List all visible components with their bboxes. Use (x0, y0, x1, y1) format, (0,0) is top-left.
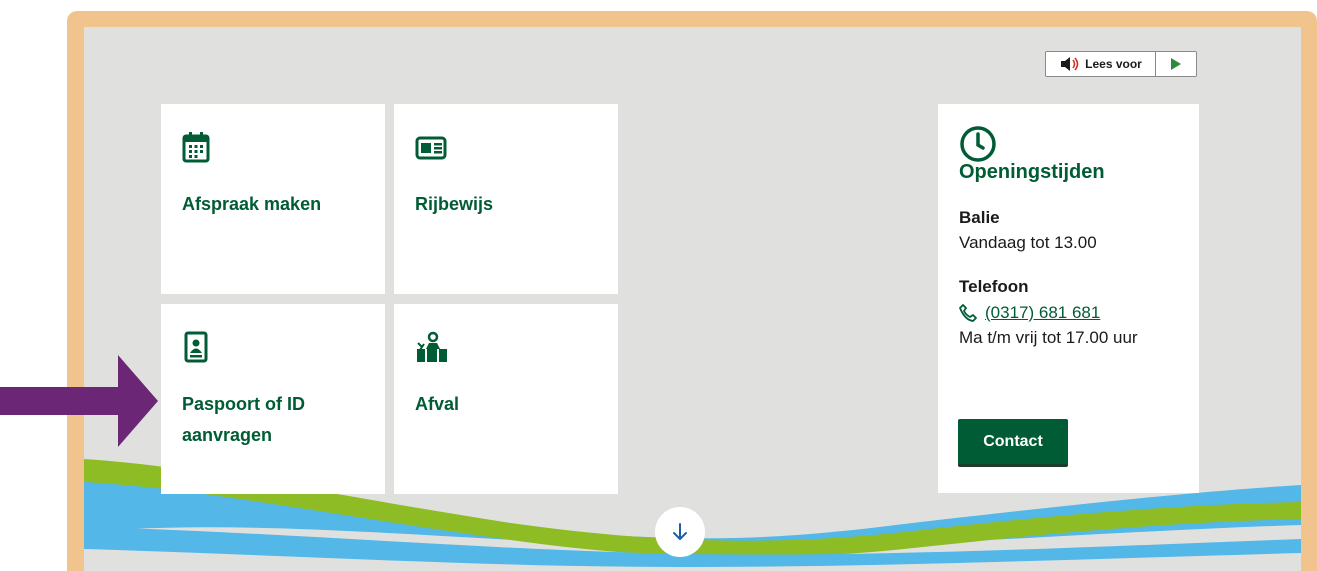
phone-hours: Ma t/m vrij tot 17.00 uur (959, 328, 1138, 347)
tile-label: Afval (415, 394, 460, 414)
tile-label: Rijbewijs (415, 194, 494, 214)
read-aloud-button[interactable]: Lees voor (1046, 52, 1156, 76)
tile-label: Paspoort of ID aanvragen (182, 394, 306, 445)
scroll-down-button[interactable] (655, 507, 705, 557)
calendar-icon (182, 132, 210, 163)
phone-row: (0317) 681 681 (959, 303, 1178, 323)
tile-afspraak-maken[interactable]: Afspraak maken (161, 104, 385, 294)
clock-icon (960, 126, 996, 162)
passport-icon (184, 331, 208, 363)
counter-hours: Vandaag tot 13.00 (959, 233, 1097, 252)
speaker-icon (1061, 57, 1079, 71)
play-icon (1171, 58, 1181, 70)
arrow-down-icon (673, 523, 687, 540)
opening-hours-title: Openingstijden (959, 161, 1105, 183)
phone-icon (959, 304, 977, 322)
content-panel: Lees voor Afspraak maken Rijbewijs Paspo… (84, 27, 1301, 571)
waste-bins-icon (417, 331, 447, 362)
opening-hours-card: Openingstijden Balie Vandaag tot 13.00 T… (938, 104, 1199, 493)
tile-paspoort[interactable]: Paspoort of ID aanvragen (161, 304, 385, 494)
contact-button[interactable]: Contact (958, 419, 1068, 467)
play-button[interactable] (1156, 52, 1196, 76)
read-aloud-widget: Lees voor (1045, 51, 1197, 77)
id-card-icon (415, 136, 447, 160)
annotation-arrow-icon (0, 355, 158, 447)
tile-label: Afspraak maken (182, 194, 322, 214)
phone-link[interactable]: (0317) 681 681 (985, 303, 1100, 323)
read-aloud-label: Lees voor (1085, 57, 1142, 71)
counter-heading: Balie (959, 208, 1000, 227)
phone-heading: Telefoon (959, 277, 1029, 296)
tile-afval[interactable]: Afval (394, 304, 618, 494)
tile-rijbewijs[interactable]: Rijbewijs (394, 104, 618, 294)
